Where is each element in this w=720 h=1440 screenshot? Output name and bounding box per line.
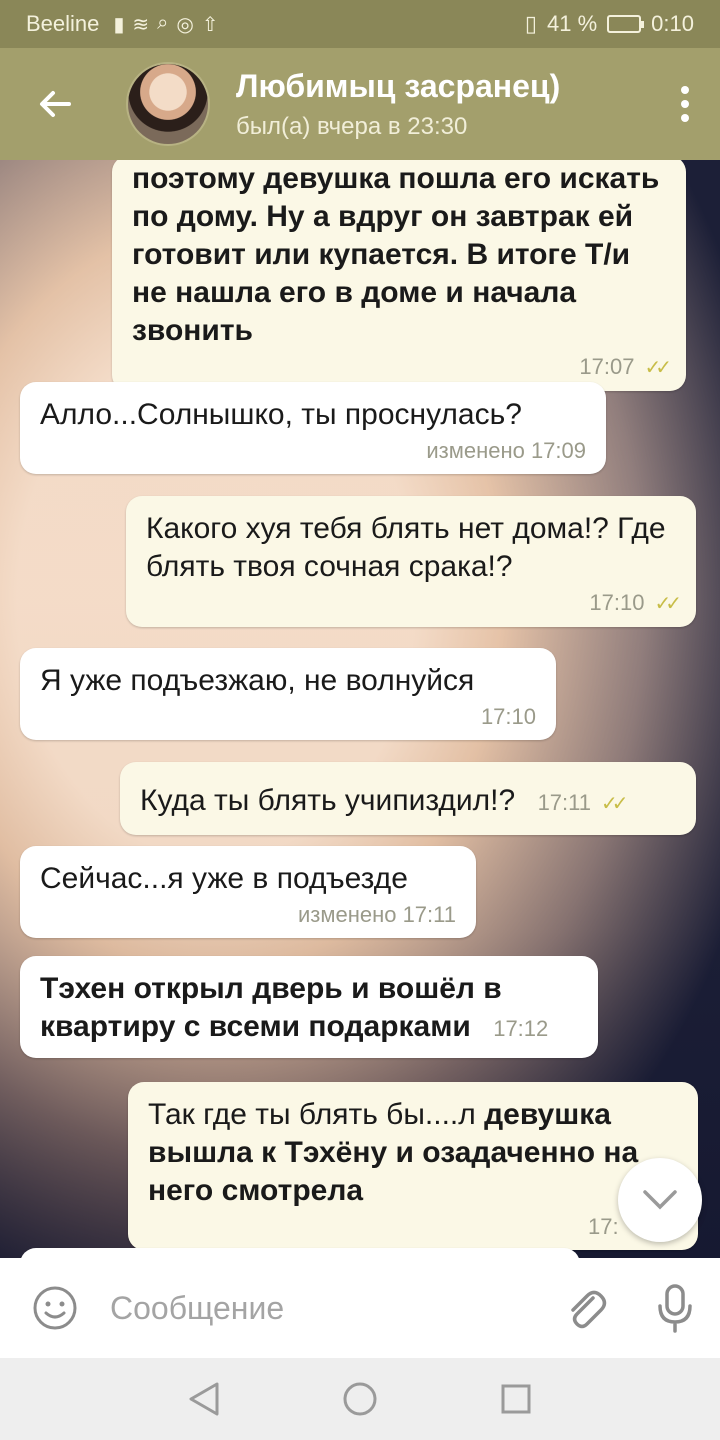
message-time: изменено 17:11 xyxy=(297,902,456,927)
upload-icon: ⇧ xyxy=(201,13,219,36)
message-meta: 17: xyxy=(148,1214,678,1240)
chat-title: Любимыц засранец) xyxy=(236,67,561,104)
microphone-icon xyxy=(658,1284,692,1333)
more-options-button[interactable] xyxy=(650,48,720,160)
message-text: Тэхен открыл дверь и вошёл в квартиру с … xyxy=(40,972,502,1043)
clock: 0:10 xyxy=(651,11,694,36)
message-bubble[interactable]: поэтому девушка пошла его искать по дому… xyxy=(112,160,686,391)
whatsapp-icon: ◎ xyxy=(176,13,194,36)
avatar[interactable] xyxy=(126,62,210,146)
last-seen-status: был(а) вчера в 23:30 xyxy=(236,112,468,140)
message-bubble[interactable]: Какого хуя тебя блять нет дома!? Где бля… xyxy=(126,496,696,627)
message-meta: 17:11 ✓✓ xyxy=(537,790,629,815)
battery-icon xyxy=(607,15,645,33)
smile-icon xyxy=(33,1286,77,1330)
message-text: Сейчас...я уже в подъезде xyxy=(40,862,408,895)
signal-icon: ▮ xyxy=(113,13,125,36)
chevron-down-icon xyxy=(643,1190,677,1210)
message-bubble[interactable]: Куда ты блять учипиздил!? 17:11 ✓✓ xyxy=(120,762,696,835)
read-ticks-icon: ✓✓ xyxy=(600,793,628,815)
triangle-back-icon xyxy=(189,1382,219,1416)
system-nav-bar xyxy=(0,1358,720,1440)
wifi-icon: ≋ xyxy=(132,13,150,36)
nav-back-button[interactable] xyxy=(174,1369,234,1429)
nav-recents-button[interactable] xyxy=(486,1369,546,1429)
carrier-label: Beeline xyxy=(26,11,100,36)
attach-button[interactable] xyxy=(540,1284,630,1332)
scroll-down-button[interactable] xyxy=(618,1158,702,1242)
message-meta: 17:10 xyxy=(40,704,536,730)
message-bubble[interactable]: Так где ты блять бы....л девушка вышла к… xyxy=(128,1082,698,1250)
message-bubble[interactable]: Алло...Солнышко, ты проснулась? изменено… xyxy=(20,382,606,474)
chat-area[interactable]: поэтому девушка пошла его искать по дому… xyxy=(0,160,720,1258)
message-meta: 17:12 xyxy=(493,1016,548,1041)
status-icons: ▮ ≋ ⌕ ◎ ⇧ xyxy=(113,12,218,37)
message-time: изменено 17:09 xyxy=(426,438,586,463)
message-bubble[interactable]: Сейчас...я уже в подъезде изменено 17:11 xyxy=(20,846,476,938)
nav-home-button[interactable] xyxy=(330,1369,390,1429)
message-bubble-partial[interactable] xyxy=(20,1248,580,1258)
message-time: 17:10 xyxy=(589,590,645,615)
message-text: Куда ты блять учипиздил!? xyxy=(140,784,516,817)
search-icon: ⌕ xyxy=(157,11,169,34)
read-ticks-icon: ✓✓ xyxy=(654,593,681,615)
status-bar: Beeline ▮ ≋ ⌕ ◎ ⇧ ▯ 41 % 0:10 xyxy=(0,0,720,48)
message-input-bar xyxy=(0,1258,720,1358)
message-time: 17:10 xyxy=(480,704,536,729)
message-input[interactable] xyxy=(110,1278,540,1338)
arrow-left-icon xyxy=(40,91,71,117)
message-text: Алло...Солнышко, ты проснулась? xyxy=(40,398,522,431)
vibrate-icon: ▯ xyxy=(524,11,538,36)
message-meta: 17:07 ✓✓ xyxy=(132,354,671,381)
message-time: 17:07 xyxy=(579,354,635,379)
more-vertical-icon xyxy=(681,86,689,94)
microphone-button[interactable] xyxy=(630,1282,720,1334)
battery-percent: 41 % xyxy=(547,11,598,36)
read-ticks-icon: ✓✓ xyxy=(644,357,671,379)
message-meta: 17:10 ✓✓ xyxy=(146,590,681,617)
message-text: Я уже подъезжаю, не волнуйся xyxy=(40,664,475,697)
message-bubble[interactable]: Я уже подъезжаю, не волнуйся 17:10 xyxy=(20,648,556,740)
message-meta: изменено 17:11 xyxy=(40,902,456,928)
title-block[interactable]: Любимыц засранец) был(а) вчера в 23:30 xyxy=(236,68,560,141)
message-meta: изменено 17:09 xyxy=(40,438,586,464)
message-text: Какого хуя тебя блять нет дома!? Где бля… xyxy=(146,512,666,583)
emoji-button[interactable] xyxy=(0,1284,110,1332)
message-text: поэтому девушка пошла его искать по дому… xyxy=(132,162,660,347)
paperclip-icon xyxy=(571,1290,607,1329)
message-time: 17:11 xyxy=(537,790,591,815)
chat-header: Любимыц засранец) был(а) вчера в 23:30 xyxy=(0,48,720,160)
circle-home-icon xyxy=(343,1382,377,1416)
message-bubble[interactable]: Тэхен открыл дверь и вошёл в квартиру с … xyxy=(20,956,598,1058)
back-button[interactable] xyxy=(0,48,110,160)
square-recents-icon xyxy=(501,1384,531,1414)
message-time: 17: xyxy=(588,1214,619,1239)
message-time: 17:12 xyxy=(493,1016,549,1041)
message-text: Так где ты блять бы....л xyxy=(148,1098,485,1131)
